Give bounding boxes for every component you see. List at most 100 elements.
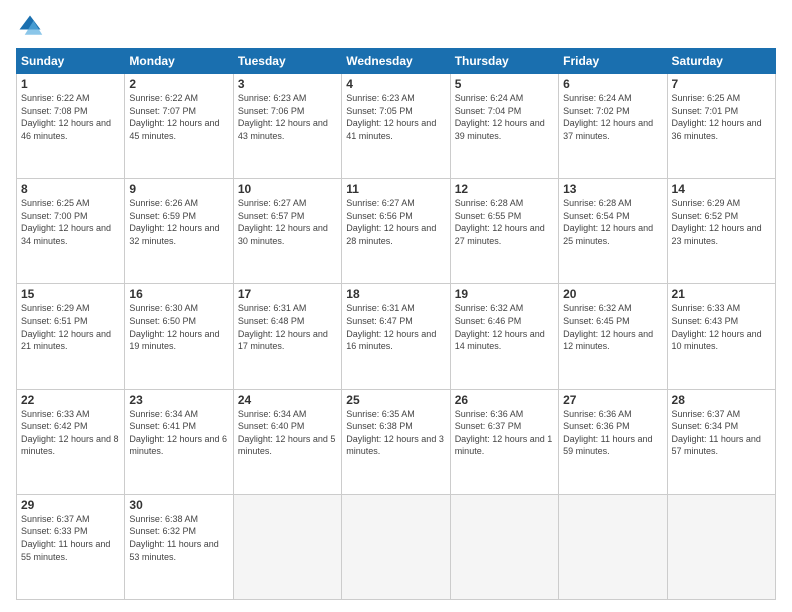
calendar-cell [450,494,558,599]
day-number: 15 [21,287,120,301]
calendar-cell [559,494,667,599]
calendar-cell: 30 Sunrise: 6:38 AM Sunset: 6:32 PM Dayl… [125,494,233,599]
weekday-header: Tuesday [233,49,341,74]
calendar-cell: 20 Sunrise: 6:32 AM Sunset: 6:45 PM Dayl… [559,284,667,389]
day-info: Sunrise: 6:27 AM Sunset: 6:56 PM Dayligh… [346,197,445,247]
calendar-cell [667,494,775,599]
day-number: 3 [238,77,337,91]
day-number: 23 [129,393,228,407]
day-number: 7 [672,77,771,91]
calendar-cell: 5 Sunrise: 6:24 AM Sunset: 7:04 PM Dayli… [450,74,558,179]
day-number: 24 [238,393,337,407]
day-info: Sunrise: 6:28 AM Sunset: 6:55 PM Dayligh… [455,197,554,247]
weekday-header: Thursday [450,49,558,74]
day-info: Sunrise: 6:31 AM Sunset: 6:48 PM Dayligh… [238,302,337,352]
day-number: 17 [238,287,337,301]
day-number: 22 [21,393,120,407]
day-number: 4 [346,77,445,91]
day-number: 28 [672,393,771,407]
calendar-cell: 17 Sunrise: 6:31 AM Sunset: 6:48 PM Dayl… [233,284,341,389]
weekday-header: Saturday [667,49,775,74]
calendar-cell: 8 Sunrise: 6:25 AM Sunset: 7:00 PM Dayli… [17,179,125,284]
day-number: 13 [563,182,662,196]
weekday-header: Friday [559,49,667,74]
day-info: Sunrise: 6:27 AM Sunset: 6:57 PM Dayligh… [238,197,337,247]
day-number: 14 [672,182,771,196]
day-info: Sunrise: 6:25 AM Sunset: 7:01 PM Dayligh… [672,92,771,142]
calendar-cell: 13 Sunrise: 6:28 AM Sunset: 6:54 PM Dayl… [559,179,667,284]
day-info: Sunrise: 6:32 AM Sunset: 6:45 PM Dayligh… [563,302,662,352]
day-number: 29 [21,498,120,512]
day-info: Sunrise: 6:32 AM Sunset: 6:46 PM Dayligh… [455,302,554,352]
calendar-cell: 27 Sunrise: 6:36 AM Sunset: 6:36 PM Dayl… [559,389,667,494]
header [16,12,776,40]
day-info: Sunrise: 6:33 AM Sunset: 6:42 PM Dayligh… [21,408,120,458]
calendar-cell: 22 Sunrise: 6:33 AM Sunset: 6:42 PM Dayl… [17,389,125,494]
calendar-cell: 15 Sunrise: 6:29 AM Sunset: 6:51 PM Dayl… [17,284,125,389]
day-info: Sunrise: 6:22 AM Sunset: 7:08 PM Dayligh… [21,92,120,142]
day-number: 12 [455,182,554,196]
day-number: 30 [129,498,228,512]
day-number: 18 [346,287,445,301]
day-info: Sunrise: 6:34 AM Sunset: 6:41 PM Dayligh… [129,408,228,458]
day-info: Sunrise: 6:24 AM Sunset: 7:02 PM Dayligh… [563,92,662,142]
weekday-header: Monday [125,49,233,74]
calendar-cell: 2 Sunrise: 6:22 AM Sunset: 7:07 PM Dayli… [125,74,233,179]
day-number: 2 [129,77,228,91]
calendar-cell: 9 Sunrise: 6:26 AM Sunset: 6:59 PM Dayli… [125,179,233,284]
calendar-cell: 16 Sunrise: 6:30 AM Sunset: 6:50 PM Dayl… [125,284,233,389]
day-info: Sunrise: 6:33 AM Sunset: 6:43 PM Dayligh… [672,302,771,352]
day-info: Sunrise: 6:36 AM Sunset: 6:36 PM Dayligh… [563,408,662,458]
day-info: Sunrise: 6:29 AM Sunset: 6:51 PM Dayligh… [21,302,120,352]
day-number: 25 [346,393,445,407]
day-info: Sunrise: 6:28 AM Sunset: 6:54 PM Dayligh… [563,197,662,247]
calendar: SundayMondayTuesdayWednesdayThursdayFrid… [16,48,776,600]
calendar-cell: 21 Sunrise: 6:33 AM Sunset: 6:43 PM Dayl… [667,284,775,389]
calendar-cell: 6 Sunrise: 6:24 AM Sunset: 7:02 PM Dayli… [559,74,667,179]
logo [16,12,48,40]
day-number: 19 [455,287,554,301]
calendar-cell: 23 Sunrise: 6:34 AM Sunset: 6:41 PM Dayl… [125,389,233,494]
calendar-cell: 25 Sunrise: 6:35 AM Sunset: 6:38 PM Dayl… [342,389,450,494]
weekday-header: Sunday [17,49,125,74]
day-number: 26 [455,393,554,407]
day-number: 6 [563,77,662,91]
calendar-cell: 18 Sunrise: 6:31 AM Sunset: 6:47 PM Dayl… [342,284,450,389]
page: SundayMondayTuesdayWednesdayThursdayFrid… [0,0,792,612]
calendar-cell: 11 Sunrise: 6:27 AM Sunset: 6:56 PM Dayl… [342,179,450,284]
calendar-cell: 26 Sunrise: 6:36 AM Sunset: 6:37 PM Dayl… [450,389,558,494]
day-number: 16 [129,287,228,301]
day-info: Sunrise: 6:23 AM Sunset: 7:05 PM Dayligh… [346,92,445,142]
day-info: Sunrise: 6:30 AM Sunset: 6:50 PM Dayligh… [129,302,228,352]
calendar-cell: 14 Sunrise: 6:29 AM Sunset: 6:52 PM Dayl… [667,179,775,284]
day-info: Sunrise: 6:38 AM Sunset: 6:32 PM Dayligh… [129,513,228,563]
day-number: 8 [21,182,120,196]
day-info: Sunrise: 6:36 AM Sunset: 6:37 PM Dayligh… [455,408,554,458]
calendar-cell: 19 Sunrise: 6:32 AM Sunset: 6:46 PM Dayl… [450,284,558,389]
calendar-cell: 4 Sunrise: 6:23 AM Sunset: 7:05 PM Dayli… [342,74,450,179]
day-number: 11 [346,182,445,196]
calendar-cell: 29 Sunrise: 6:37 AM Sunset: 6:33 PM Dayl… [17,494,125,599]
day-info: Sunrise: 6:24 AM Sunset: 7:04 PM Dayligh… [455,92,554,142]
calendar-cell: 7 Sunrise: 6:25 AM Sunset: 7:01 PM Dayli… [667,74,775,179]
day-info: Sunrise: 6:35 AM Sunset: 6:38 PM Dayligh… [346,408,445,458]
day-info: Sunrise: 6:29 AM Sunset: 6:52 PM Dayligh… [672,197,771,247]
calendar-cell: 3 Sunrise: 6:23 AM Sunset: 7:06 PM Dayli… [233,74,341,179]
day-info: Sunrise: 6:25 AM Sunset: 7:00 PM Dayligh… [21,197,120,247]
day-info: Sunrise: 6:31 AM Sunset: 6:47 PM Dayligh… [346,302,445,352]
logo-icon [16,12,44,40]
day-number: 20 [563,287,662,301]
calendar-cell: 1 Sunrise: 6:22 AM Sunset: 7:08 PM Dayli… [17,74,125,179]
day-number: 21 [672,287,771,301]
day-info: Sunrise: 6:23 AM Sunset: 7:06 PM Dayligh… [238,92,337,142]
day-info: Sunrise: 6:22 AM Sunset: 7:07 PM Dayligh… [129,92,228,142]
calendar-cell: 10 Sunrise: 6:27 AM Sunset: 6:57 PM Dayl… [233,179,341,284]
calendar-cell: 12 Sunrise: 6:28 AM Sunset: 6:55 PM Dayl… [450,179,558,284]
day-info: Sunrise: 6:37 AM Sunset: 6:34 PM Dayligh… [672,408,771,458]
day-info: Sunrise: 6:37 AM Sunset: 6:33 PM Dayligh… [21,513,120,563]
calendar-cell [233,494,341,599]
day-number: 9 [129,182,228,196]
day-info: Sunrise: 6:34 AM Sunset: 6:40 PM Dayligh… [238,408,337,458]
calendar-cell: 28 Sunrise: 6:37 AM Sunset: 6:34 PM Dayl… [667,389,775,494]
weekday-header: Wednesday [342,49,450,74]
